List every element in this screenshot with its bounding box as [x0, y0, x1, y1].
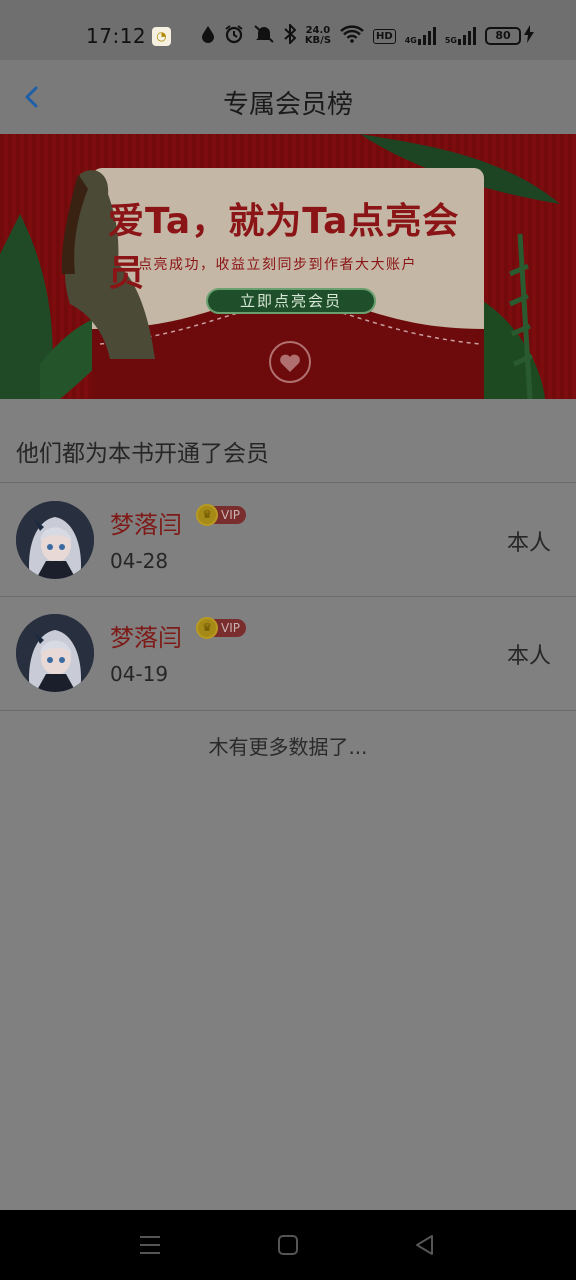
avatar[interactable] — [16, 614, 94, 692]
bluetooth-icon — [284, 22, 297, 49]
avatar-image — [16, 614, 94, 692]
no-more-data-text: 木有更多数据了... — [208, 735, 368, 759]
menu-icon[interactable] — [137, 1232, 163, 1258]
mute-icon — [253, 24, 275, 49]
crown-icon: ♛ — [196, 504, 218, 526]
app-notification-icon: ◔ — [152, 27, 171, 46]
battery-level: 80 — [485, 27, 521, 45]
alarm-icon — [224, 24, 244, 49]
wifi-icon — [340, 24, 364, 48]
member-tag: 本人 — [506, 644, 551, 669]
charging-icon — [524, 24, 534, 48]
net-label-4g: 4G — [404, 36, 417, 45]
speed-unit: KB/S — [304, 35, 332, 46]
membership-banner[interactable]: 爱Ta，就为Ta点亮会员 点亮成功，收益立刻同步到作者大大账户 立即点亮会员 — [0, 134, 576, 399]
page-title: 专属会员榜 — [222, 90, 353, 120]
avatar[interactable] — [16, 501, 94, 579]
crown-icon: ♛ — [196, 617, 218, 639]
vip-badge: ♛ VIP — [196, 504, 246, 526]
banner-subtitle: 点亮成功，收益立刻同步到作者大大账户 — [138, 257, 417, 273]
member-name: 梦落闫 — [110, 624, 182, 652]
vip-badge: ♛ VIP — [196, 617, 246, 639]
status-icons: 24.0 KB/S HD 4G 5G 80 — [201, 22, 534, 50]
home-square-icon[interactable] — [275, 1232, 301, 1258]
list-item[interactable]: 梦落闫 ♛ VIP 04-19 本人 — [0, 596, 576, 709]
nav-header: 专属会员榜 — [0, 60, 576, 134]
network-speed: 24.0 KB/S — [305, 26, 331, 46]
net-label-5g: 5G — [444, 36, 457, 45]
member-name: 梦落闫 — [110, 511, 182, 539]
water-drop-icon — [201, 25, 215, 48]
signal-4g: 4G — [405, 27, 436, 45]
avatar-image — [16, 501, 94, 579]
banner-title: 爱Ta，就为Ta点亮会员 — [108, 201, 460, 294]
member-tag: 本人 — [506, 531, 551, 556]
signal-5g: 5G — [445, 27, 476, 45]
member-date: 04-19 — [110, 662, 169, 686]
hd-badge: HD — [373, 28, 396, 44]
signal-icon — [458, 27, 476, 45]
list-item[interactable]: 梦落闫 ♛ VIP 04-28 本人 — [0, 483, 576, 596]
status-time: 17:12 — [86, 24, 147, 48]
signal-icon — [417, 27, 436, 45]
system-navigation-bar — [0, 1210, 576, 1280]
section-title: 他们都为本书开通了会员 — [16, 441, 269, 467]
member-date: 04-28 — [110, 549, 169, 573]
divider — [0, 710, 576, 711]
back-triangle-icon[interactable] — [412, 1232, 438, 1258]
activate-membership-button[interactable]: 立即点亮会员 — [206, 288, 376, 314]
